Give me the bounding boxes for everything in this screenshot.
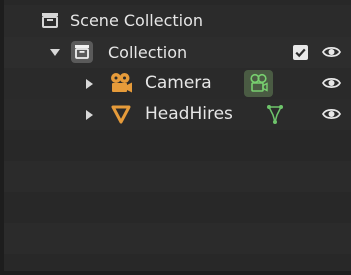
outliner-panel: Scene Collection Collection Camera HeadH… (0, 0, 351, 275)
outliner-row-camera[interactable]: Camera (4, 68, 351, 99)
expand-arrow-icon[interactable] (86, 110, 93, 120)
outliner-row-collection[interactable]: Collection (4, 37, 351, 68)
collection-label: Collection (108, 42, 188, 62)
outliner-row-headhires[interactable]: HeadHires (4, 99, 351, 130)
mesh-object-icon (111, 105, 131, 124)
collection-icon (70, 40, 94, 64)
outliner-row-scene-collection[interactable]: Scene Collection (4, 5, 351, 37)
scene-collection-icon (41, 11, 59, 29)
checkbox-checked-icon[interactable] (293, 45, 308, 60)
outliner-empty-row (4, 254, 351, 271)
camera-label: Camera (145, 73, 212, 93)
expand-arrow-icon[interactable] (50, 49, 60, 56)
camera-object-icon (109, 72, 133, 95)
outliner-empty-row (4, 223, 351, 254)
headhires-label: HeadHires (145, 104, 233, 124)
outliner-empty-row (4, 130, 351, 161)
scene-collection-label: Scene Collection (70, 11, 204, 30)
outliner-empty-row (4, 161, 351, 192)
outliner-empty-row (4, 192, 351, 223)
mesh-data-icon[interactable] (266, 104, 284, 125)
eye-icon[interactable] (321, 106, 342, 122)
camera-data-icon[interactable] (244, 70, 273, 97)
eye-icon[interactable] (321, 44, 342, 60)
eye-icon[interactable] (321, 75, 342, 91)
expand-arrow-icon[interactable] (86, 79, 93, 89)
